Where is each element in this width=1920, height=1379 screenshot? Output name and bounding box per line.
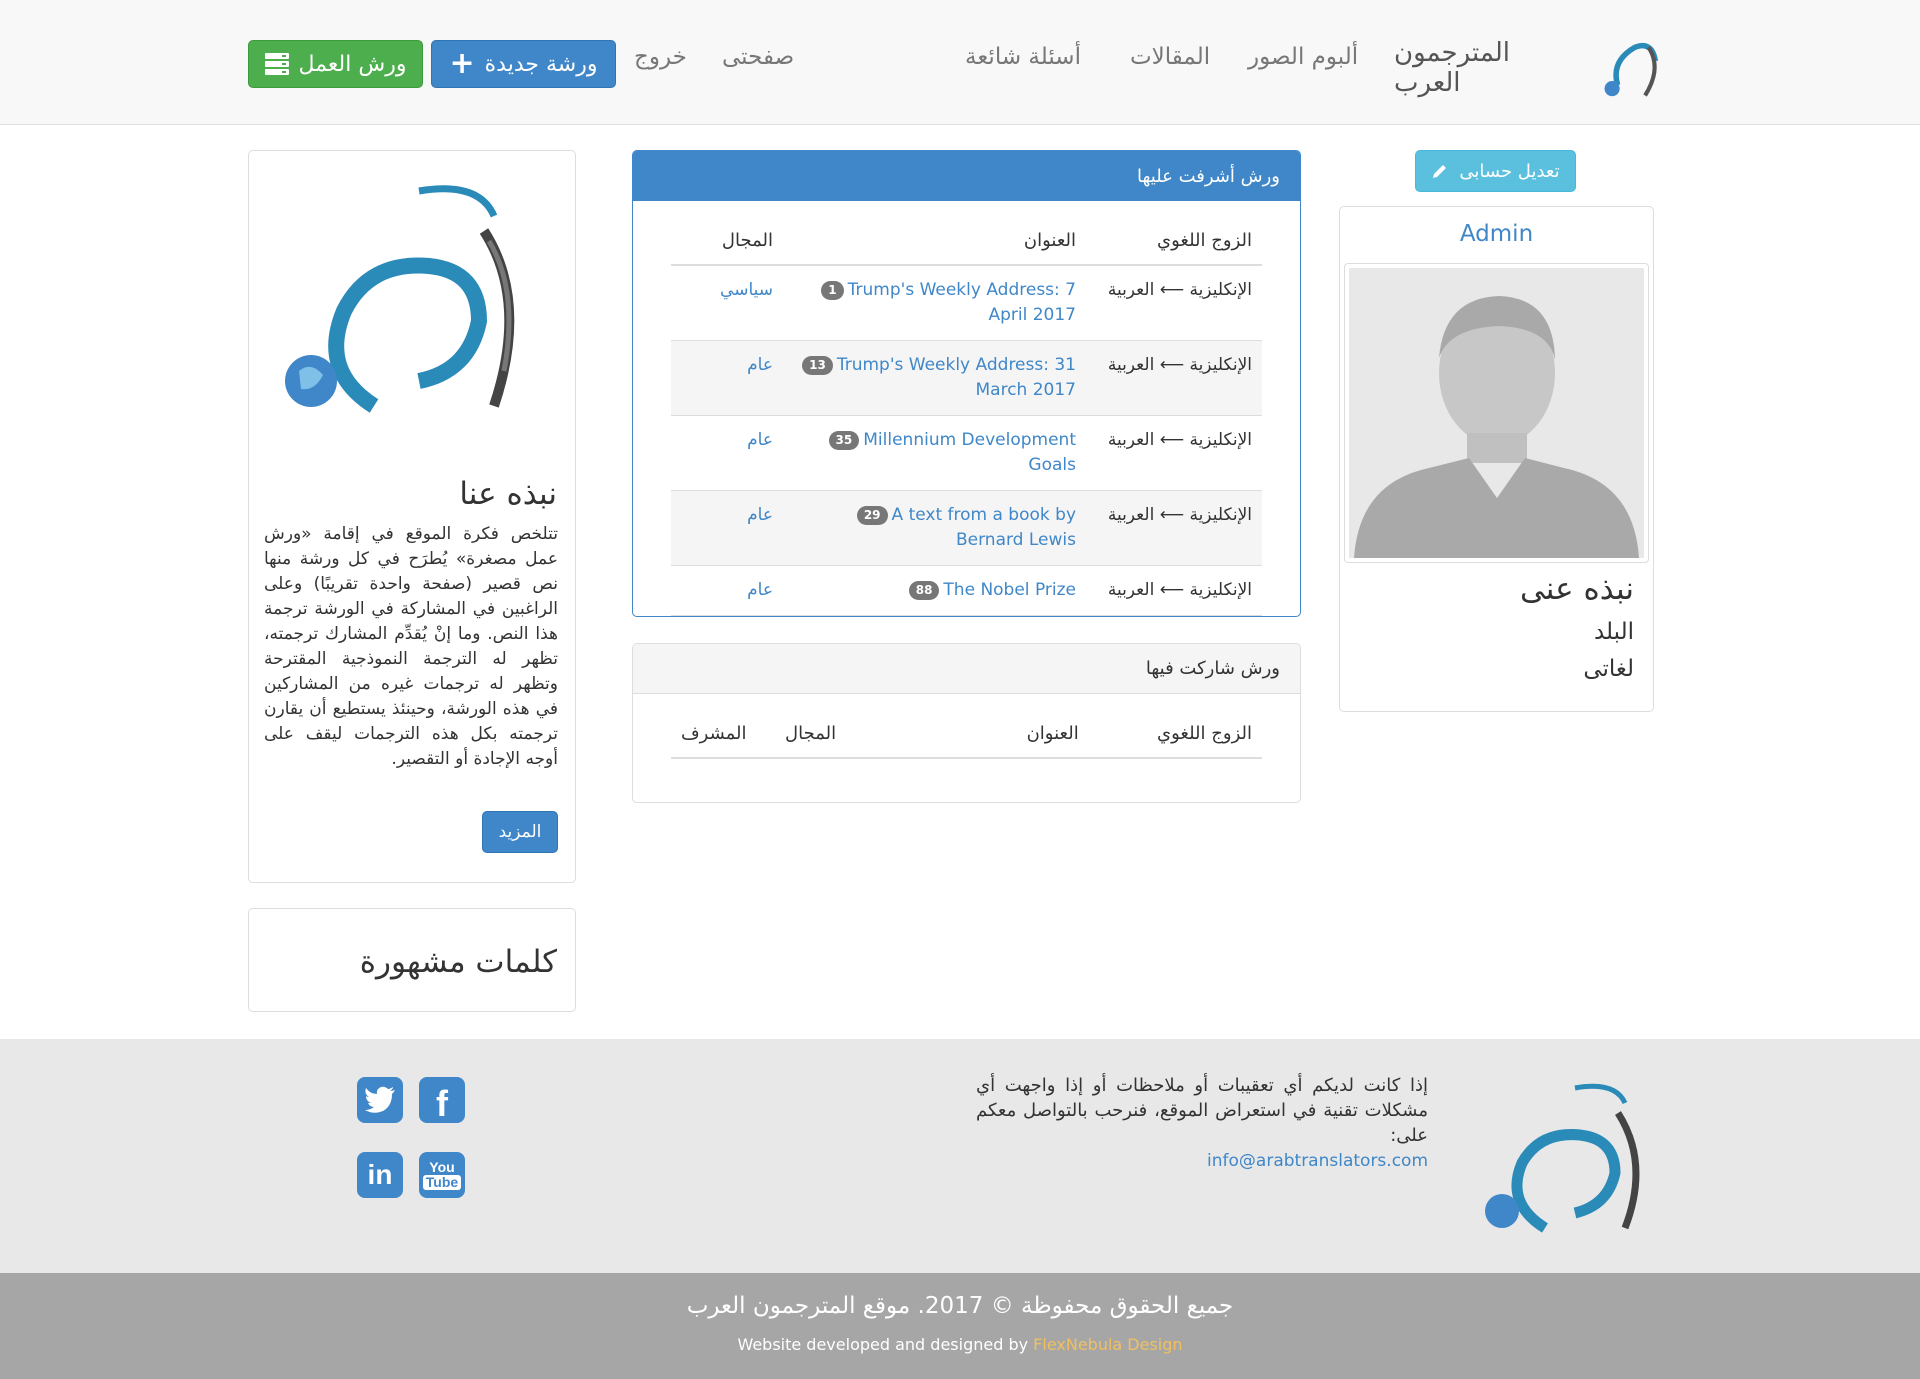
- language-pair: الإنكليزية ⟵ العربية: [1086, 415, 1262, 491]
- nav-link-faq[interactable]: أسئلة شائعة: [965, 44, 1081, 70]
- table-row: الإنكليزية ⟵ العربية 88 The Nobel Prize ع…: [671, 565, 1262, 616]
- profile-languages-label: لغاتى: [1583, 656, 1634, 682]
- supervised-workshops-panel: ورش أشرفت عليها الزوج اللغوي العنوان الم…: [632, 150, 1301, 617]
- profile-panel: Admin نبذه عنى البلد لغاتى: [1339, 206, 1654, 712]
- table-row: الإنكليزية ⟵ العربية 35 Millennium Develo…: [671, 415, 1262, 491]
- workshop-title-link[interactable]: 35 Millennium Development Goals: [793, 428, 1076, 478]
- tags-heading: كلمات مشهورة: [359, 944, 557, 980]
- workshops-button[interactable]: ورش العمل: [248, 40, 423, 88]
- workshop-title-link[interactable]: 1 Trump's Weekly Address: 7 April 2017: [793, 278, 1076, 328]
- participated-workshops-heading: ورش شاركت فيها: [633, 644, 1300, 694]
- workshop-title-cell: 29 A text from a book by Bernard Lewis: [783, 490, 1086, 566]
- workshop-field-link[interactable]: عام: [747, 505, 773, 525]
- nav-link-logout[interactable]: خروج: [634, 44, 687, 70]
- table-header-row: الزوج اللغوي العنوان المجال: [671, 217, 1262, 266]
- more-button[interactable]: المزيد: [482, 811, 558, 853]
- table-row: الإنكليزية ⟵ العربية 29 A text from a boo…: [671, 490, 1262, 566]
- workshop-title-cell: 13 Trump's Weekly Address: 31 March 2017: [783, 340, 1086, 416]
- column-header-pair: الزوج اللغوي: [1086, 217, 1262, 266]
- profile-username[interactable]: Admin: [1340, 221, 1653, 247]
- about-heading: نبذه عنا: [459, 476, 557, 512]
- navbar: المترجمون العرب ألبوم الصور المقالات أسئ…: [0, 0, 1920, 125]
- new-workshop-button[interactable]: + ورشة جديدة: [431, 40, 616, 88]
- column-header-supervisor: المشرف: [671, 710, 757, 759]
- plus-icon: +: [449, 46, 475, 81]
- footer-logo-icon: [1485, 1083, 1640, 1233]
- column-header-title: العنوان: [783, 217, 1086, 266]
- nav-link-photo-album[interactable]: ألبوم الصور: [1248, 44, 1358, 70]
- column-header-field: المجال: [756, 710, 847, 759]
- facebook-icon[interactable]: f: [419, 1077, 465, 1124]
- table-row: الإنكليزية ⟵ العربية 1 Trump's Weekly Add…: [671, 265, 1262, 341]
- column-header-title: العنوان: [846, 710, 1089, 759]
- workshop-field-link[interactable]: عام: [747, 355, 773, 375]
- supervised-workshops-heading: ورش أشرفت عليها: [633, 151, 1300, 201]
- participants-badge: 35: [828, 430, 860, 450]
- workshop-title-cell: 88 The Nobel Prize: [783, 565, 1086, 616]
- about-text: تتلخص فكرة الموقع في إقامة «ورش عمل مصغر…: [264, 524, 558, 769]
- column-header-field: المجال: [671, 217, 783, 266]
- language-pair: الإنكليزية ⟵ العربية: [1086, 340, 1262, 416]
- footer-email-link[interactable]: info@arabtranslators.com: [1207, 1151, 1428, 1171]
- workshop-title-link[interactable]: 88 The Nobel Prize: [793, 578, 1076, 603]
- language-pair: الإنكليزية ⟵ العربية: [1086, 490, 1262, 566]
- participants-badge: 1: [821, 280, 844, 300]
- participants-badge: 88: [908, 580, 940, 600]
- linkedin-icon[interactable]: in: [357, 1152, 403, 1198]
- pencil-icon: [1433, 165, 1447, 178]
- developer-credit: Website developed and designed by FlexNe…: [737, 1335, 1183, 1354]
- participated-workshops-table: الزوج اللغوي العنوان المجال المشرف: [671, 710, 1262, 759]
- supervised-workshops-table: الزوج اللغوي العنوان المجال الإنكليزية ⟵…: [671, 217, 1262, 616]
- language-pair: الإنكليزية ⟵ العربية: [1086, 565, 1262, 616]
- profile-about-heading: نبذه عنى: [1519, 571, 1634, 607]
- language-pair: الإنكليزية ⟵ العربية: [1086, 265, 1262, 341]
- site-logo-icon: [1604, 42, 1659, 97]
- workshop-field-link[interactable]: عام: [747, 580, 773, 600]
- participated-workshops-panel: ورش شاركت فيها الزوج اللغوي العنوان المج…: [632, 643, 1301, 803]
- brand[interactable]: المترجمون العرب: [1394, 38, 1666, 98]
- edit-account-button[interactable]: تعديل حسابى: [1415, 150, 1576, 192]
- nav-link-articles[interactable]: المقالات: [1130, 44, 1210, 70]
- workshop-title-cell: 35 Millennium Development Goals: [783, 415, 1086, 491]
- youtube-icon[interactable]: You Tube: [419, 1152, 465, 1198]
- twitter-icon[interactable]: [357, 1077, 403, 1123]
- workshop-title-cell: 1 Trump's Weekly Address: 7 April 2017: [783, 265, 1086, 341]
- avatar: [1349, 268, 1644, 558]
- footer-contact-text: إذا كانت لديكم أي تعقيبات أو ملاحظات أو …: [976, 1075, 1428, 1171]
- about-panel: نبذه عنا: [248, 150, 576, 883]
- table-header-row: الزوج اللغوي العنوان المجال المشرف: [671, 710, 1262, 759]
- workshop-title-link[interactable]: 29 A text from a book by Bernard Lewis: [793, 503, 1076, 553]
- workshop-field-link[interactable]: سياسي: [720, 280, 773, 300]
- developer-credit-link[interactable]: FlexNebula Design: [1033, 1335, 1182, 1354]
- copyright-text: جميع الحقوق محفوظة © 2017. موقع المترجمو…: [686, 1293, 1234, 1319]
- participants-badge: 29: [856, 505, 888, 525]
- table-row: الإنكليزية ⟵ العربية 13 Trump's Weekly Ad…: [671, 340, 1262, 416]
- nav-link-my-page[interactable]: صفحتى: [722, 44, 794, 70]
- profile-avatar-frame: [1344, 263, 1649, 563]
- profile-country-label: البلد: [1593, 619, 1634, 645]
- participants-badge: 13: [802, 355, 833, 375]
- server-icon: [264, 53, 289, 75]
- workshop-field-link[interactable]: عام: [747, 430, 773, 450]
- workshop-title-link[interactable]: 13 Trump's Weekly Address: 31 March 2017: [793, 353, 1076, 403]
- copyright-bar: جميع الحقوق محفوظة © 2017. موقع المترجمو…: [0, 1273, 1920, 1379]
- brand-title: المترجمون العرب: [1394, 38, 1510, 98]
- footer: f You Tube in: [0, 1039, 1920, 1273]
- column-header-pair: الزوج اللغوي: [1088, 710, 1262, 759]
- site-logo-large-icon: [285, 185, 515, 413]
- tags-panel: كلمات مشهورة: [248, 908, 576, 1012]
